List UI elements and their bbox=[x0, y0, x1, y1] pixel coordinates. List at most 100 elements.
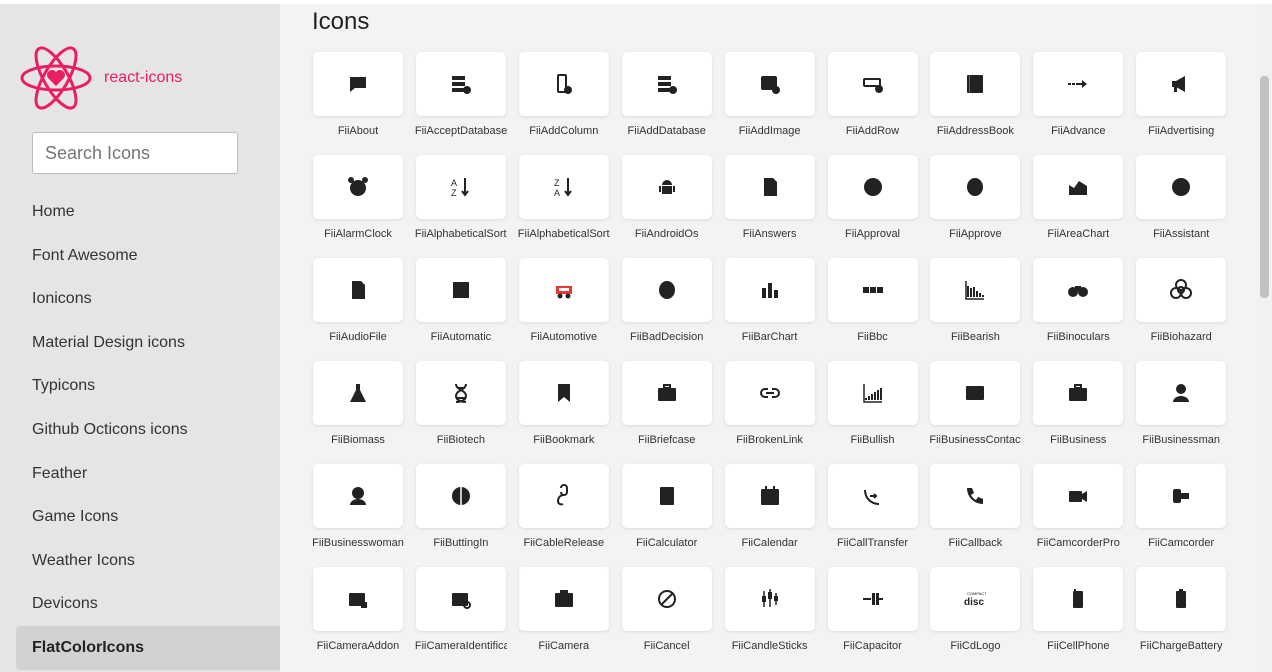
icon-tile[interactable]: FiiCallback bbox=[929, 464, 1021, 549]
icon-tile[interactable]: FiiBrokenLink bbox=[724, 361, 816, 446]
search-input[interactable] bbox=[32, 132, 238, 174]
icon-label: FiiAssistant bbox=[1153, 228, 1210, 240]
icon-tile[interactable]: FiiApprove bbox=[929, 155, 1021, 240]
icon-label: FiiCandleSticks bbox=[731, 640, 808, 652]
icon-tile[interactable]: FiiBusinessman bbox=[1135, 361, 1227, 446]
icon-tile[interactable]: FiiAddDatabase bbox=[621, 52, 713, 137]
sidebar-item-font-awesome[interactable]: Font Awesome bbox=[16, 234, 280, 278]
icon-tile[interactable]: FiiButtingIn bbox=[415, 464, 507, 549]
icon-label: FiiBbc bbox=[857, 331, 888, 343]
sidebar-item-game-icons[interactable]: Game Icons bbox=[16, 495, 280, 539]
cell-phone-icon bbox=[1033, 567, 1124, 631]
sort-az-icon: AZ bbox=[415, 155, 506, 219]
icon-tile[interactable]: FiiBusinesswoman bbox=[312, 464, 404, 549]
scrollbar[interactable] bbox=[1257, 4, 1272, 672]
svg-text:COMPACT: COMPACT bbox=[967, 591, 987, 596]
icon-tile[interactable]: FiiAdvance bbox=[1032, 52, 1124, 137]
icon-tile[interactable]: FiiBarChart bbox=[724, 258, 816, 343]
briefcase-icon bbox=[621, 361, 712, 425]
icon-label: FiiCallTransfer bbox=[836, 537, 909, 549]
bad-decision-icon bbox=[621, 258, 712, 322]
icon-tile[interactable]: FiiCamcorderPro bbox=[1032, 464, 1124, 549]
icon-tile[interactable]: FiiAnswers bbox=[724, 155, 816, 240]
icon-label: FiiAutomatic bbox=[430, 331, 492, 343]
icon-tile[interactable]: FiiCalendar bbox=[724, 464, 816, 549]
scrollbar-thumb[interactable] bbox=[1260, 76, 1269, 298]
icon-label: FiiBullish bbox=[850, 434, 895, 446]
icon-tile[interactable]: FiiCamera bbox=[518, 567, 610, 652]
sidebar-item-feather[interactable]: Feather bbox=[16, 452, 280, 496]
icon-tile[interactable]: FiiApproval bbox=[827, 155, 919, 240]
sidebar-item-material-design-icons[interactable]: Material Design icons bbox=[16, 321, 280, 365]
icon-tile[interactable]: FiiAutomatic bbox=[415, 258, 507, 343]
sidebar-item-devicons[interactable]: Devicons bbox=[16, 582, 280, 626]
icon-tile[interactable]: FiiAddressBook bbox=[929, 52, 1021, 137]
icon-tile[interactable]: FiiCableRelease bbox=[518, 464, 610, 549]
svg-text:A: A bbox=[451, 178, 457, 188]
icon-tile[interactable]: FiiCalculator bbox=[621, 464, 713, 549]
approve-head-icon bbox=[930, 155, 1021, 219]
sidebar-item-flatcoloricons[interactable]: FlatColorIcons bbox=[16, 625, 280, 670]
icon-tile[interactable]: AZ FiiAlphabeticalSorting bbox=[415, 155, 507, 240]
icon-tile[interactable]: FiiAddColumn bbox=[518, 52, 610, 137]
document-icon bbox=[724, 155, 815, 219]
biohazard-icon bbox=[1136, 258, 1227, 322]
sidebar-item-weather-icons[interactable]: Weather Icons bbox=[16, 539, 280, 583]
icon-tile[interactable]: FiiBriefcase bbox=[621, 361, 713, 446]
icon-tile[interactable]: FiiCameraAddon bbox=[312, 567, 404, 652]
sidebar-item-home[interactable]: Home bbox=[16, 190, 280, 234]
icon-label: FiiBiotech bbox=[436, 434, 486, 446]
business-briefcase-icon bbox=[1033, 361, 1124, 425]
icon-tile[interactable]: FiiAssistant bbox=[1135, 155, 1227, 240]
icon-label: FiiCallback bbox=[948, 537, 1003, 549]
chat-bubble-icon bbox=[313, 52, 403, 116]
brand-logo[interactable]: react-icons bbox=[18, 40, 182, 116]
icon-tile[interactable]: FiiBusiness bbox=[1032, 361, 1124, 446]
icon-tile[interactable]: disc COMPACT FiiCdLogo bbox=[929, 567, 1021, 652]
icon-tile[interactable]: FiiBinoculars bbox=[1032, 258, 1124, 343]
icon-tile[interactable]: FiiChargeBattery bbox=[1135, 567, 1227, 652]
icon-tile[interactable]: FiiAcceptDatabase bbox=[415, 52, 507, 137]
icon-label: FiiBearish bbox=[950, 331, 1000, 343]
icon-tile[interactable]: FiiBiohazard bbox=[1135, 258, 1227, 343]
icon-tile[interactable]: FiiCameraIdentification bbox=[415, 567, 507, 652]
bearish-chart-icon bbox=[930, 258, 1021, 322]
icon-tile[interactable]: FiiAutomotive bbox=[518, 258, 610, 343]
icon-tile[interactable]: FiiBearish bbox=[929, 258, 1021, 343]
icon-tile[interactable]: FiiAndroidOs bbox=[621, 155, 713, 240]
flask-icon bbox=[313, 361, 403, 425]
cancel-icon bbox=[621, 567, 712, 631]
icon-tile[interactable]: FiiAbout bbox=[312, 52, 404, 137]
icon-tile[interactable]: FiiAdvertising bbox=[1135, 52, 1227, 137]
icon-tile[interactable]: FiiCapacitor bbox=[827, 567, 919, 652]
sidebar-item-github-octicons-icons[interactable]: Github Octicons icons bbox=[16, 408, 280, 452]
car-icon bbox=[518, 258, 609, 322]
icon-tile[interactable]: FiiAreaChart bbox=[1032, 155, 1124, 240]
binoculars-icon bbox=[1033, 258, 1124, 322]
icon-tile[interactable]: FiiCallTransfer bbox=[827, 464, 919, 549]
svg-text:A: A bbox=[554, 188, 560, 198]
icon-tile[interactable]: FiiBbc bbox=[827, 258, 919, 343]
icon-tile[interactable]: FiiAudioFile bbox=[312, 258, 404, 343]
icon-tile[interactable]: FiiAlarmClock bbox=[312, 155, 404, 240]
icon-tile[interactable]: FiiBadDecision bbox=[621, 258, 713, 343]
icon-tile[interactable]: FiiCancel bbox=[621, 567, 713, 652]
icon-tile[interactable]: FiiCamcorder bbox=[1135, 464, 1227, 549]
sidebar-item-ionicons[interactable]: Ionicons bbox=[16, 277, 280, 321]
icon-tile[interactable]: FiiBullish bbox=[827, 361, 919, 446]
icon-label: FiiAndroidOs bbox=[634, 228, 699, 240]
database-add-icon bbox=[621, 52, 712, 116]
icon-tile[interactable]: FiiCandleSticks bbox=[724, 567, 816, 652]
sidebar-item-typicons[interactable]: Typicons bbox=[16, 364, 280, 408]
icon-tile[interactable]: FiiBookmark bbox=[518, 361, 610, 446]
icon-tile[interactable]: FiiCellPhone bbox=[1032, 567, 1124, 652]
icon-tile[interactable]: FiiBiotech bbox=[415, 361, 507, 446]
approval-seal-icon bbox=[827, 155, 918, 219]
icon-tile[interactable]: FiiBusinessContact bbox=[929, 361, 1021, 446]
icon-tile[interactable]: ZA FiiAlphabeticalSorting bbox=[518, 155, 610, 240]
icon-label: FiiBarChart bbox=[741, 331, 798, 343]
icon-label: FiiBiohazard bbox=[1150, 331, 1212, 343]
icon-tile[interactable]: FiiAddRow bbox=[827, 52, 919, 137]
icon-tile[interactable]: FiiAddImage bbox=[724, 52, 816, 137]
icon-tile[interactable]: FiiBiomass bbox=[312, 361, 404, 446]
